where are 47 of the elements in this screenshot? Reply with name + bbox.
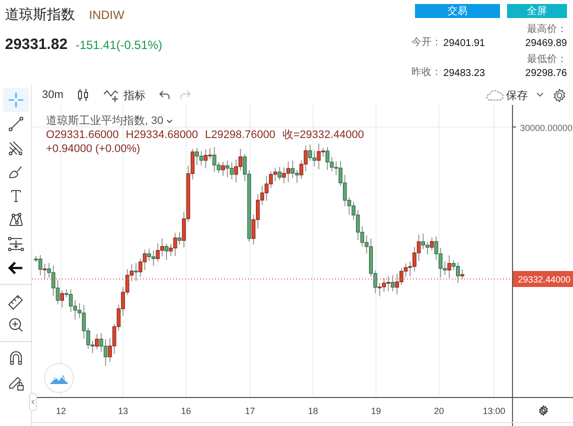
caret-icon[interactable]: [166, 118, 174, 124]
stat-label: 今开：: [411, 36, 442, 49]
settings-icon[interactable]: [538, 405, 549, 416]
pattern-icon: [6, 211, 24, 229]
stat-label: 昨收：: [411, 66, 442, 79]
interval-selector[interactable]: 30m: [42, 89, 64, 101]
x-axis-label: 16: [181, 406, 191, 416]
stat-label: 最高价：: [527, 22, 567, 36]
x-axis-label: 20: [434, 406, 444, 416]
price-change: -151.41(-0.51%): [76, 38, 162, 52]
ohlc-value: O29331.66000: [46, 128, 119, 142]
ohlc-value: H29334.68000: [126, 128, 198, 142]
y-axis-label: 30000.00000: [520, 123, 573, 133]
current-price-label: 29332.44000: [513, 271, 573, 287]
caret-icon[interactable]: [536, 92, 544, 98]
stat-label: 最低价：: [527, 53, 567, 66]
ohlc-value: 收=29332.44000: [282, 128, 364, 142]
x-axis-label: 19: [371, 406, 381, 416]
floating-button[interactable]: [44, 363, 74, 393]
x-axis-label: 13: [118, 406, 128, 416]
undo-icon[interactable]: [159, 90, 170, 100]
ohlc-value: L29298.76000: [204, 128, 276, 142]
x-axis-label: 12: [56, 406, 66, 416]
x-axis-label: 17: [245, 406, 255, 416]
stat-value: 29298.76: [525, 68, 567, 79]
x-axis-label: 13:00: [482, 406, 506, 416]
settings-icon[interactable]: [552, 88, 567, 102]
save-button[interactable]: 保存: [486, 88, 528, 102]
stat-value: 29469.89: [525, 38, 567, 49]
legend-change: +0.94000 (+0.00%): [46, 142, 140, 156]
candlestick-icon[interactable]: [77, 88, 90, 102]
fibonacci-icon: [6, 235, 24, 253]
symbol-legend: 道琼斯工业平均指数, 30: [46, 114, 164, 128]
stat-value: 29401.91: [443, 38, 485, 49]
back-arrow-icon: [6, 259, 24, 277]
collapse-handle[interactable]: [29, 393, 37, 411]
indicators-button[interactable]: 指标: [103, 88, 146, 102]
stock-title: 道琼斯指数: [5, 6, 75, 24]
zoom-in-icon: [6, 316, 24, 334]
stat-value: 29483.23: [443, 68, 485, 79]
last-price: 29331.82: [5, 36, 68, 53]
crosshair-icon: [6, 91, 24, 109]
trend-line-icon: [6, 115, 24, 133]
stock-code: INDIW: [89, 8, 124, 22]
pitchfork-icon: [6, 139, 24, 157]
ruler-icon: [6, 292, 24, 310]
x-axis-label: 18: [308, 406, 318, 416]
